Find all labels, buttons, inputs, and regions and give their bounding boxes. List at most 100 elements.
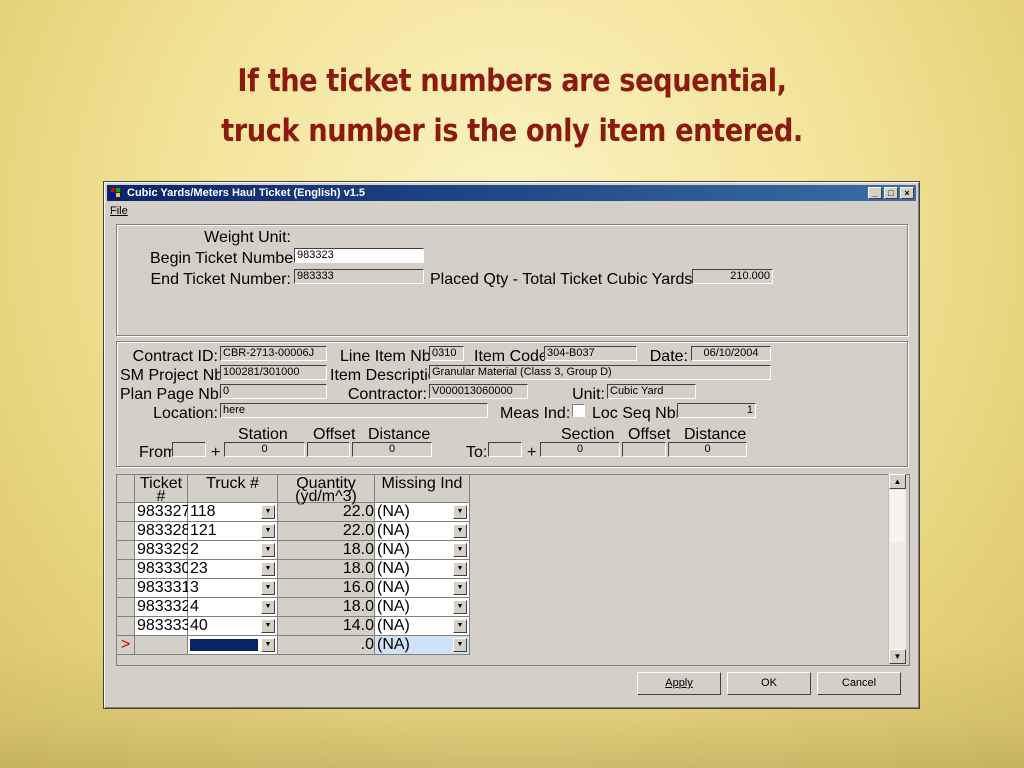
app-icon <box>111 188 120 197</box>
minimize-button[interactable]: _ <box>868 187 882 199</box>
menu-file[interactable]: File <box>110 205 128 217</box>
quantity-cell[interactable]: 14.0 <box>278 617 375 636</box>
scroll-thumb[interactable] <box>890 490 905 542</box>
truck-dropdown-arrow-icon[interactable]: ▼ <box>261 600 275 614</box>
new-ticket-cell[interactable] <box>135 636 188 655</box>
new-quantity-cell[interactable]: .0 <box>278 636 375 655</box>
ticket-cell[interactable]: 983333 <box>135 617 190 636</box>
row-selector[interactable] <box>117 541 135 560</box>
new-truck-dropdown[interactable]: ▼ <box>188 636 278 655</box>
cancel-button[interactable]: Cancel <box>817 672 901 695</box>
row-selector[interactable] <box>117 617 135 636</box>
quantity-cell[interactable]: 16.0 <box>278 579 375 598</box>
unit-field: Cubic Yard <box>607 384 696 399</box>
row-selector[interactable] <box>117 522 135 541</box>
unit-label: Unit: <box>572 386 605 403</box>
item-description-field: Granular Material (Class 3, Group D) <box>429 365 771 380</box>
item-code-field: 304-B037 <box>544 346 637 361</box>
new-missing-ind-dropdown[interactable]: (NA) ▼ <box>375 636 470 655</box>
missing-ind-value: (NA) <box>377 560 410 577</box>
truck-dropdown-arrow-icon[interactable]: ▼ <box>261 619 275 633</box>
truck-dropdown[interactable]: 4 ▼ <box>188 598 278 617</box>
truck-input-selection[interactable] <box>190 639 258 651</box>
ticket-cell[interactable]: 983331 <box>135 579 190 598</box>
missing-dropdown-arrow-icon[interactable]: ▼ <box>453 581 467 595</box>
truck-dropdown-arrow-icon[interactable]: ▼ <box>261 638 275 652</box>
location-field: here <box>220 403 488 418</box>
missing-ind-value: (NA) <box>377 503 410 520</box>
quantity-cell[interactable]: 22.0 <box>278 503 375 522</box>
location-label: Location: <box>153 405 218 422</box>
contractor-label: Contractor: <box>347 386 427 403</box>
ticket-cell[interactable]: 983327 <box>135 503 190 522</box>
truck-dropdown-arrow-icon[interactable]: ▼ <box>261 543 275 557</box>
ticket-cell[interactable]: 983328 <box>135 522 190 541</box>
missing-dropdown-arrow-icon[interactable]: ▼ <box>453 505 467 519</box>
truck-dropdown-arrow-icon[interactable]: ▼ <box>261 524 275 538</box>
window-titlebar[interactable]: Cubic Yards/Meters Haul Ticket (English)… <box>107 185 916 201</box>
missing-dropdown-arrow-icon[interactable]: ▼ <box>453 543 467 557</box>
row-selector[interactable] <box>117 560 135 579</box>
date-label: Date: <box>649 348 688 365</box>
missing-dropdown-arrow-icon[interactable]: ▼ <box>453 524 467 538</box>
from-prefix-field <box>172 442 206 457</box>
missing-dropdown-arrow-icon[interactable]: ▼ <box>453 600 467 614</box>
missing-dropdown-arrow-icon[interactable]: ▼ <box>453 638 467 652</box>
to-offset-field <box>622 442 666 457</box>
missing-ind-dropdown[interactable]: (NA) ▼ <box>375 560 470 579</box>
missing-ind-dropdown[interactable]: (NA) ▼ <box>375 598 470 617</box>
truck-dropdown[interactable]: 3 ▼ <box>188 579 278 598</box>
meas-ind-checkbox[interactable] <box>572 404 585 417</box>
line-item-field: 0310 <box>429 346 464 361</box>
truck-dropdown[interactable]: 118 ▼ <box>188 503 278 522</box>
quantity-cell[interactable]: 18.0 <box>278 598 375 617</box>
ok-button[interactable]: OK <box>727 672 811 695</box>
apply-button[interactable]: Apply <box>637 672 721 695</box>
date-field: 06/10/2004 <box>691 346 771 361</box>
close-button[interactable]: × <box>900 187 914 199</box>
missing-ind-dropdown[interactable]: (NA) ▼ <box>375 579 470 598</box>
missing-ind-dropdown[interactable]: (NA) ▼ <box>375 617 470 636</box>
scroll-up-arrow-icon[interactable]: ▲ <box>889 474 906 489</box>
ticket-cell[interactable]: 983329 <box>135 541 190 560</box>
ticket-grid: Ticket # Truck # Quantity (yd/m^3) Missi… <box>116 474 910 666</box>
truck-dropdown[interactable]: 121 ▼ <box>188 522 278 541</box>
truck-dropdown[interactable]: 2 ▼ <box>188 541 278 560</box>
begin-ticket-label: Begin Ticket Number: <box>150 250 303 267</box>
item-code-label: Item Code: <box>474 348 553 365</box>
loc-seq-field: 1 <box>677 403 756 418</box>
truck-dropdown-arrow-icon[interactable]: ▼ <box>261 562 275 576</box>
row-selector[interactable] <box>117 579 135 598</box>
apply-button-label: Apply <box>665 677 693 689</box>
missing-dropdown-arrow-icon[interactable]: ▼ <box>453 562 467 576</box>
plan-page-label: Plan Page Nbr: <box>120 386 229 403</box>
row-selector[interactable] <box>117 503 135 522</box>
missing-dropdown-arrow-icon[interactable]: ▼ <box>453 619 467 633</box>
grid-vertical-scrollbar[interactable]: ▲ ▼ <box>888 474 906 664</box>
missing-ind-value: (NA) <box>377 636 410 653</box>
ticket-cell[interactable]: 983332 <box>135 598 190 617</box>
loc-seq-label: Loc Seq Nbr: <box>592 405 686 422</box>
scroll-down-arrow-icon[interactable]: ▼ <box>889 649 906 664</box>
quantity-cell[interactable]: 22.0 <box>278 522 375 541</box>
truck-dropdown[interactable]: 40 ▼ <box>188 617 278 636</box>
truck-dropdown[interactable]: 23 ▼ <box>188 560 278 579</box>
row-selector[interactable] <box>117 598 135 617</box>
begin-ticket-input[interactable]: 983323 <box>294 248 424 263</box>
quantity-cell[interactable]: 18.0 <box>278 560 375 579</box>
missing-ind-dropdown[interactable]: (NA) ▼ <box>375 541 470 560</box>
item-description-label: Item Description: <box>330 367 451 384</box>
quantity-cell[interactable]: 18.0 <box>278 541 375 560</box>
truck-dropdown-arrow-icon[interactable]: ▼ <box>261 505 275 519</box>
contract-id-field: CBR-2713-00006J <box>220 346 327 361</box>
truck-dropdown-arrow-icon[interactable]: ▼ <box>261 581 275 595</box>
grid-row-header-corner <box>117 475 135 503</box>
maximize-button[interactable]: □ <box>884 187 898 199</box>
missing-ind-value: (NA) <box>377 617 410 634</box>
ticket-cell[interactable]: 983330 <box>135 560 190 579</box>
missing-ind-value: (NA) <box>377 598 410 615</box>
missing-ind-dropdown[interactable]: (NA) ▼ <box>375 503 470 522</box>
missing-ind-dropdown[interactable]: (NA) ▼ <box>375 522 470 541</box>
cancel-button-label: Cancel <box>841 677 877 689</box>
col-header-missing: Missing Ind <box>375 475 470 503</box>
